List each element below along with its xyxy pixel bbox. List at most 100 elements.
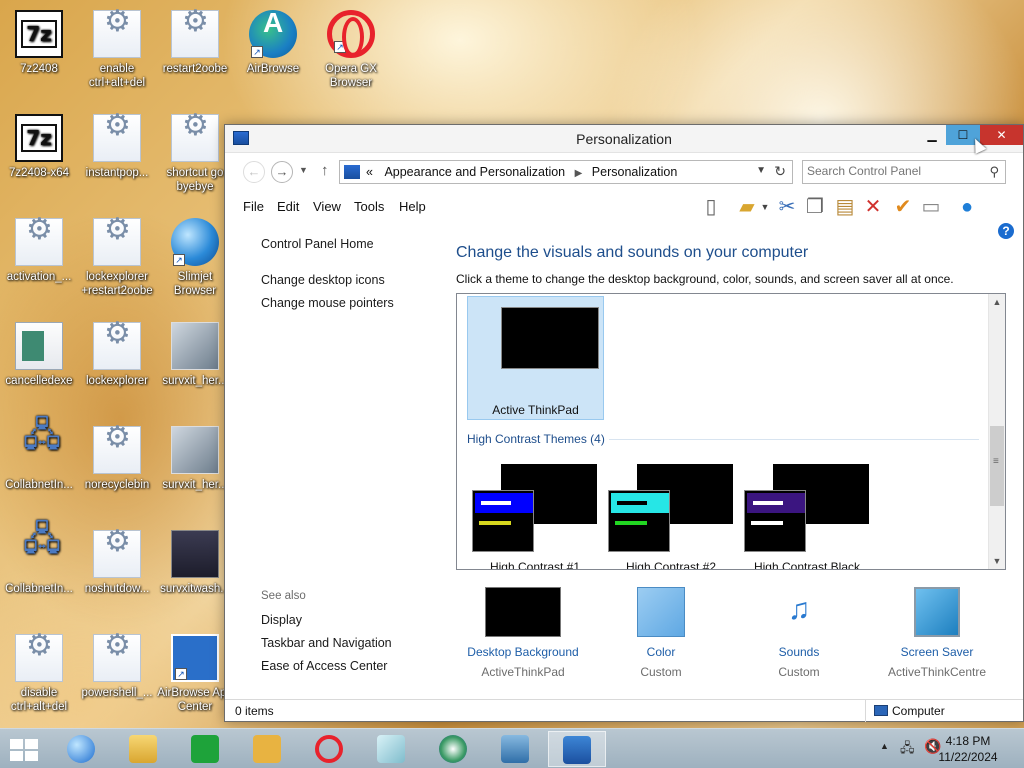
taskbar-slimjet[interactable] bbox=[424, 731, 482, 767]
desktop-icon-instantpop[interactable]: instantpop... bbox=[78, 114, 156, 180]
copy-icon[interactable]: ❐ bbox=[803, 195, 827, 219]
menu-tools[interactable]: Tools bbox=[354, 199, 384, 214]
desktop-icon-opera-gx[interactable]: ↗ Opera GX Browser bbox=[312, 10, 390, 90]
desktop-icon-collabnet-1[interactable]: CollabnetIn... bbox=[0, 426, 78, 492]
setting-name[interactable]: Sounds bbox=[729, 645, 869, 659]
desktop-icon-shortcut-go-byebye[interactable]: shortcut go byebye bbox=[156, 114, 234, 194]
theme-item-high-contrast-2[interactable]: High Contrast #2 bbox=[603, 464, 739, 569]
theme-item-high-contrast-black[interactable]: High Contrast Black bbox=[739, 464, 875, 569]
desktop-icon-7z2408-x64[interactable]: 7z 7z2408-x64 bbox=[0, 114, 78, 180]
clock[interactable]: 4:18 PM 11/22/2024 bbox=[928, 733, 1008, 765]
back-button[interactable]: ← bbox=[243, 161, 265, 183]
menu-file[interactable]: File bbox=[243, 199, 264, 214]
taskbar-tool-app[interactable] bbox=[238, 731, 296, 767]
taskbar-notepad-app[interactable] bbox=[362, 731, 420, 767]
desktop-icon-restart2oobe[interactable]: restart2oobe bbox=[156, 10, 234, 76]
close-button[interactable]: ✕ bbox=[980, 125, 1023, 145]
network-icon[interactable]: 🖧 bbox=[900, 739, 915, 761]
display-link[interactable]: Display bbox=[261, 613, 302, 627]
desktop-icon-cancelledexe[interactable]: cancelledexe bbox=[0, 322, 78, 388]
recent-locations-chevron-icon[interactable]: ▼ bbox=[299, 165, 308, 175]
menu-help[interactable]: Help bbox=[399, 199, 426, 214]
screen-saver-setting[interactable]: Screen Saver ActiveThinkCentre bbox=[867, 587, 1007, 679]
search-input[interactable] bbox=[807, 164, 977, 178]
taskbar-photos[interactable] bbox=[486, 731, 544, 767]
color-setting[interactable]: Color Custom bbox=[591, 587, 731, 679]
taskbar-control-panel[interactable] bbox=[548, 731, 606, 767]
breadcrumb-separator-icon[interactable]: ▶ bbox=[575, 168, 583, 179]
address-dropdown-icon[interactable]: ▼ bbox=[756, 165, 766, 176]
shortcut-arrow-icon: ↗ bbox=[173, 254, 185, 266]
minimize-button[interactable]: ▁ bbox=[918, 125, 946, 145]
checkmark-icon[interactable]: ✔ bbox=[891, 195, 915, 219]
title-bar[interactable]: Personalization ▁ ☐ ✕ bbox=[225, 125, 1023, 153]
change-desktop-icons-link[interactable]: Change desktop icons bbox=[261, 273, 385, 287]
desktop-icon-activation[interactable]: activation_... bbox=[0, 218, 78, 284]
refresh-icon[interactable]: ↻ bbox=[774, 163, 786, 180]
up-button[interactable]: ↑ bbox=[321, 162, 329, 179]
desktop-icon-survxit-1[interactable]: survxit_her... bbox=[156, 322, 234, 388]
taskbar-file-explorer[interactable] bbox=[114, 731, 172, 767]
taskbar-store[interactable] bbox=[176, 731, 234, 767]
script-icon bbox=[15, 218, 63, 266]
desktop-icon-lockexplorer-restart[interactable]: lockexplorer +restart2oobe bbox=[78, 218, 156, 298]
desktop-icon-disable-ctrl-alt-del[interactable]: disable ctrl+alt+del bbox=[0, 634, 78, 714]
start-button[interactable] bbox=[8, 737, 40, 761]
cut-icon[interactable]: ✂ bbox=[775, 195, 799, 219]
control-panel-home-link[interactable]: Control Panel Home bbox=[261, 237, 374, 251]
show-hidden-icons-chevron-icon[interactable]: ▲ bbox=[880, 741, 889, 751]
desktop-icon-7z2408[interactable]: 7z 7z2408 bbox=[0, 10, 78, 76]
taskbar-opera[interactable] bbox=[300, 731, 358, 767]
forward-button[interactable]: → bbox=[271, 161, 293, 183]
help-icon[interactable]: ? bbox=[998, 223, 1014, 239]
theme-text-swatch bbox=[751, 521, 783, 525]
scroll-thumb[interactable] bbox=[990, 426, 1004, 506]
script-icon bbox=[93, 426, 141, 474]
sounds-setting[interactable]: ♫ Sounds Custom bbox=[729, 587, 869, 679]
desktop-icon-airbrowse-app-center[interactable]: ↗ AirBrowse App Center bbox=[156, 634, 234, 714]
breadcrumb-overflow[interactable]: « bbox=[366, 165, 373, 179]
menu-view[interactable]: View bbox=[313, 199, 341, 214]
desktop-icon-noshutdown[interactable]: noshutdow... bbox=[78, 530, 156, 596]
search-icon[interactable]: ⚲ bbox=[989, 164, 999, 180]
breadcrumb-appearance[interactable]: Appearance and Personalization bbox=[384, 165, 565, 179]
desktop-icon-slimjet[interactable]: ↗ Slimjet Browser bbox=[156, 218, 234, 298]
vertical-scrollbar[interactable]: ▲ ▼ bbox=[988, 294, 1005, 569]
desktop-icon-enable-ctrl-alt-del[interactable]: enable ctrl+alt+del bbox=[78, 10, 156, 90]
theme-item-high-contrast-1[interactable]: High Contrast #1 bbox=[467, 464, 603, 569]
setting-name[interactable]: Color bbox=[591, 645, 731, 659]
opera-icon: ↗ bbox=[327, 10, 375, 58]
left-navigation-pane: Control Panel Home Change desktop icons … bbox=[225, 225, 445, 695]
paste-icon[interactable]: ▤ bbox=[833, 195, 857, 219]
properties-icon[interactable]: ▭ bbox=[919, 195, 943, 219]
change-mouse-pointers-link[interactable]: Change mouse pointers bbox=[261, 296, 394, 310]
layout-pane-icon[interactable]: ▯ bbox=[699, 195, 723, 219]
desktop-icon-norecyclebin[interactable]: norecyclebin bbox=[78, 426, 156, 492]
desktop-icon-label: noshutdow... bbox=[84, 583, 150, 595]
setting-name[interactable]: Desktop Background bbox=[453, 645, 593, 659]
taskbar-globe-browser[interactable] bbox=[52, 731, 110, 767]
ease-of-access-link[interactable]: Ease of Access Center bbox=[261, 659, 387, 673]
desktop-icon-survxit-2[interactable]: survxit_her... bbox=[156, 426, 234, 492]
address-bar[interactable]: « Appearance and Personalization ▶ Perso… bbox=[339, 160, 793, 184]
delete-icon[interactable]: ✕ bbox=[861, 195, 885, 219]
setting-name[interactable]: Screen Saver bbox=[867, 645, 1007, 659]
theme-list[interactable]: Active ThinkPad High Contrast Themes (4)… bbox=[456, 293, 1006, 570]
desktop-icon-airbrowse[interactable]: ↗ AirBrowse bbox=[234, 10, 312, 76]
scroll-up-icon[interactable]: ▲ bbox=[989, 294, 1005, 310]
desktop-icon-collabnet-2[interactable]: CollabnetIn... bbox=[0, 530, 78, 596]
breadcrumb-personalization[interactable]: Personalization bbox=[592, 165, 677, 179]
menu-edit[interactable]: Edit bbox=[277, 199, 299, 214]
control-panel-icon bbox=[563, 736, 591, 764]
scroll-down-icon[interactable]: ▼ bbox=[989, 553, 1005, 569]
desktop-background-setting[interactable]: Desktop Background ActiveThinkPad bbox=[453, 587, 593, 679]
desktop-icon-powershell[interactable]: powershell_... bbox=[78, 634, 156, 700]
taskbar-navigation-link[interactable]: Taskbar and Navigation bbox=[261, 636, 392, 650]
theme-item-active-thinkpad[interactable]: Active ThinkPad bbox=[467, 296, 604, 420]
desktop-icon-lockexplorer[interactable]: lockexplorer bbox=[78, 322, 156, 388]
folder-options-dropdown-icon[interactable]: ▼ bbox=[753, 195, 777, 219]
search-box[interactable]: ⚲ bbox=[802, 160, 1006, 184]
script-icon bbox=[93, 634, 141, 682]
speech-bubble-icon[interactable]: ● bbox=[955, 195, 979, 219]
desktop-icon-survxitwash[interactable]: survxitwash... bbox=[156, 530, 234, 596]
